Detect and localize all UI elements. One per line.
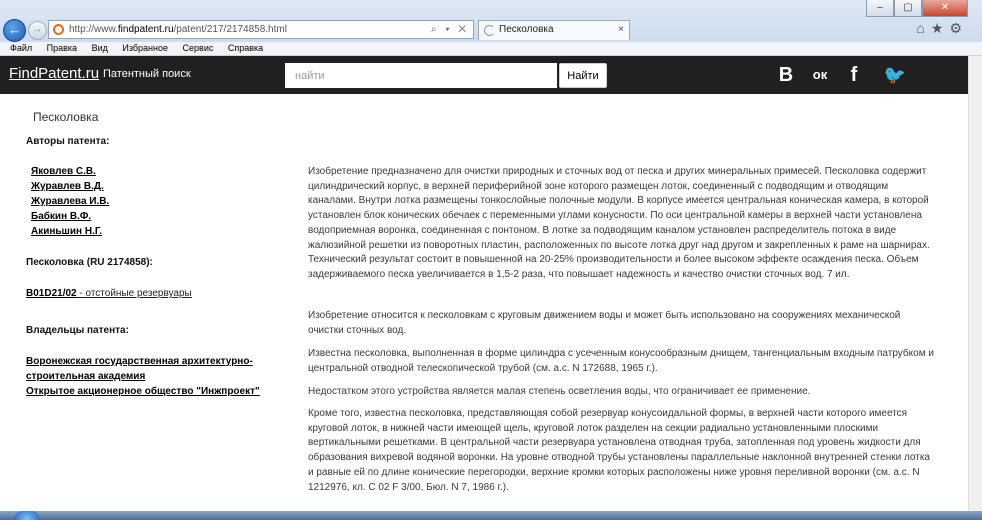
close-window-button[interactable]: ✕ bbox=[922, 0, 968, 17]
forward-button[interactable]: → bbox=[28, 21, 47, 40]
search-button[interactable]: Найти bbox=[559, 63, 607, 88]
owner-link[interactable]: строительная академия bbox=[26, 371, 145, 382]
maximize-button[interactable]: ▢ bbox=[894, 0, 922, 17]
address-tools-icon[interactable]: ⌕ ▾ ✕ bbox=[431, 21, 469, 38]
minimize-button[interactable]: – bbox=[866, 0, 894, 17]
owner-link[interactable]: Открытое акционерное общество "Инжпроект… bbox=[26, 386, 260, 397]
tab-close-button[interactable]: × bbox=[618, 21, 624, 39]
gear-icon[interactable]: ⚙ bbox=[949, 20, 962, 37]
tab-title: Песколовка bbox=[499, 24, 554, 35]
vk-icon[interactable]: В bbox=[775, 63, 797, 87]
tab-peskolovka[interactable]: Песколовка × bbox=[478, 20, 630, 40]
window-controls: – ▢ ✕ bbox=[866, 0, 968, 18]
menu-bar: Файл Правка Вид Избранное Сервис Справка bbox=[0, 42, 982, 56]
address-url[interactable]: http://www.findpatent.ru/patent/217/2174… bbox=[69, 21, 287, 38]
menu-edit[interactable]: Правка bbox=[47, 43, 77, 53]
browser-chrome: – ▢ ✕ ← → http://www.findpatent.ru/paten… bbox=[0, 0, 982, 42]
description-paragraph: Недостатком этого устройства является ма… bbox=[308, 386, 811, 397]
search-input[interactable] bbox=[285, 63, 557, 88]
site-subtitle: Патентный поиск bbox=[103, 68, 191, 80]
abstract-paragraph: Изобретение предназначено для очистки пр… bbox=[308, 166, 930, 280]
site-header: FindPatent.ru Патентный поиск Найти В ок… bbox=[0, 56, 968, 94]
browser-toolbar: ⌂ ★ ⚙ bbox=[916, 20, 962, 37]
author-link[interactable]: Бабкин В.Ф. bbox=[31, 211, 91, 222]
page-title: Песколовка bbox=[33, 110, 99, 124]
menu-help[interactable]: Справка bbox=[228, 43, 263, 53]
ipc-class: B01D21/02 - отстойные резервуары bbox=[26, 288, 192, 299]
owners-label: Владельцы патента: bbox=[26, 325, 129, 336]
owner-link[interactable]: Воронежская государственная архитектурно… bbox=[26, 356, 253, 367]
odnoklassniki-icon[interactable]: ок bbox=[810, 63, 830, 87]
patent-label: Песколовка (RU 2174858): bbox=[26, 257, 153, 268]
star-icon[interactable]: ★ bbox=[931, 20, 944, 37]
windows-taskbar bbox=[0, 511, 982, 520]
home-icon[interactable]: ⌂ bbox=[916, 20, 924, 37]
ipc-description[interactable]: - отстойные резервуары bbox=[77, 288, 191, 299]
author-link[interactable]: Журавлева И.В. bbox=[31, 196, 109, 207]
site-favicon-icon bbox=[53, 24, 64, 35]
author-link[interactable]: Яковлев С.В. bbox=[31, 166, 96, 177]
menu-favorites[interactable]: Избранное bbox=[122, 43, 168, 53]
site-logo[interactable]: FindPatent.ru bbox=[9, 65, 99, 82]
author-link[interactable]: Журавлев В.Д. bbox=[31, 181, 104, 192]
back-button[interactable]: ← bbox=[3, 19, 26, 42]
facebook-icon[interactable]: f bbox=[845, 63, 863, 87]
description-paragraph: Кроме того, известна песколовка, предста… bbox=[308, 408, 930, 493]
author-link[interactable]: Акиньшин Н.Г. bbox=[31, 226, 102, 237]
ipc-code-link[interactable]: B01D21/02 bbox=[26, 288, 77, 299]
menu-file[interactable]: Файл bbox=[10, 43, 32, 53]
menu-view[interactable]: Вид bbox=[92, 43, 108, 53]
description-paragraph: Изобретение относится к песколовкам с кр… bbox=[308, 310, 901, 336]
loading-spinner-icon bbox=[484, 25, 495, 36]
menu-tools[interactable]: Сервис bbox=[183, 43, 214, 53]
start-button[interactable] bbox=[14, 511, 40, 520]
description-paragraph: Известна песколовка, выполненная в форме… bbox=[308, 348, 934, 374]
authors-label: Авторы патента: bbox=[26, 136, 110, 147]
address-bar[interactable]: http://www.findpatent.ru/patent/217/2174… bbox=[48, 20, 474, 39]
twitter-icon[interactable]: 🐦 bbox=[880, 63, 910, 87]
scrollbar[interactable] bbox=[968, 56, 982, 511]
